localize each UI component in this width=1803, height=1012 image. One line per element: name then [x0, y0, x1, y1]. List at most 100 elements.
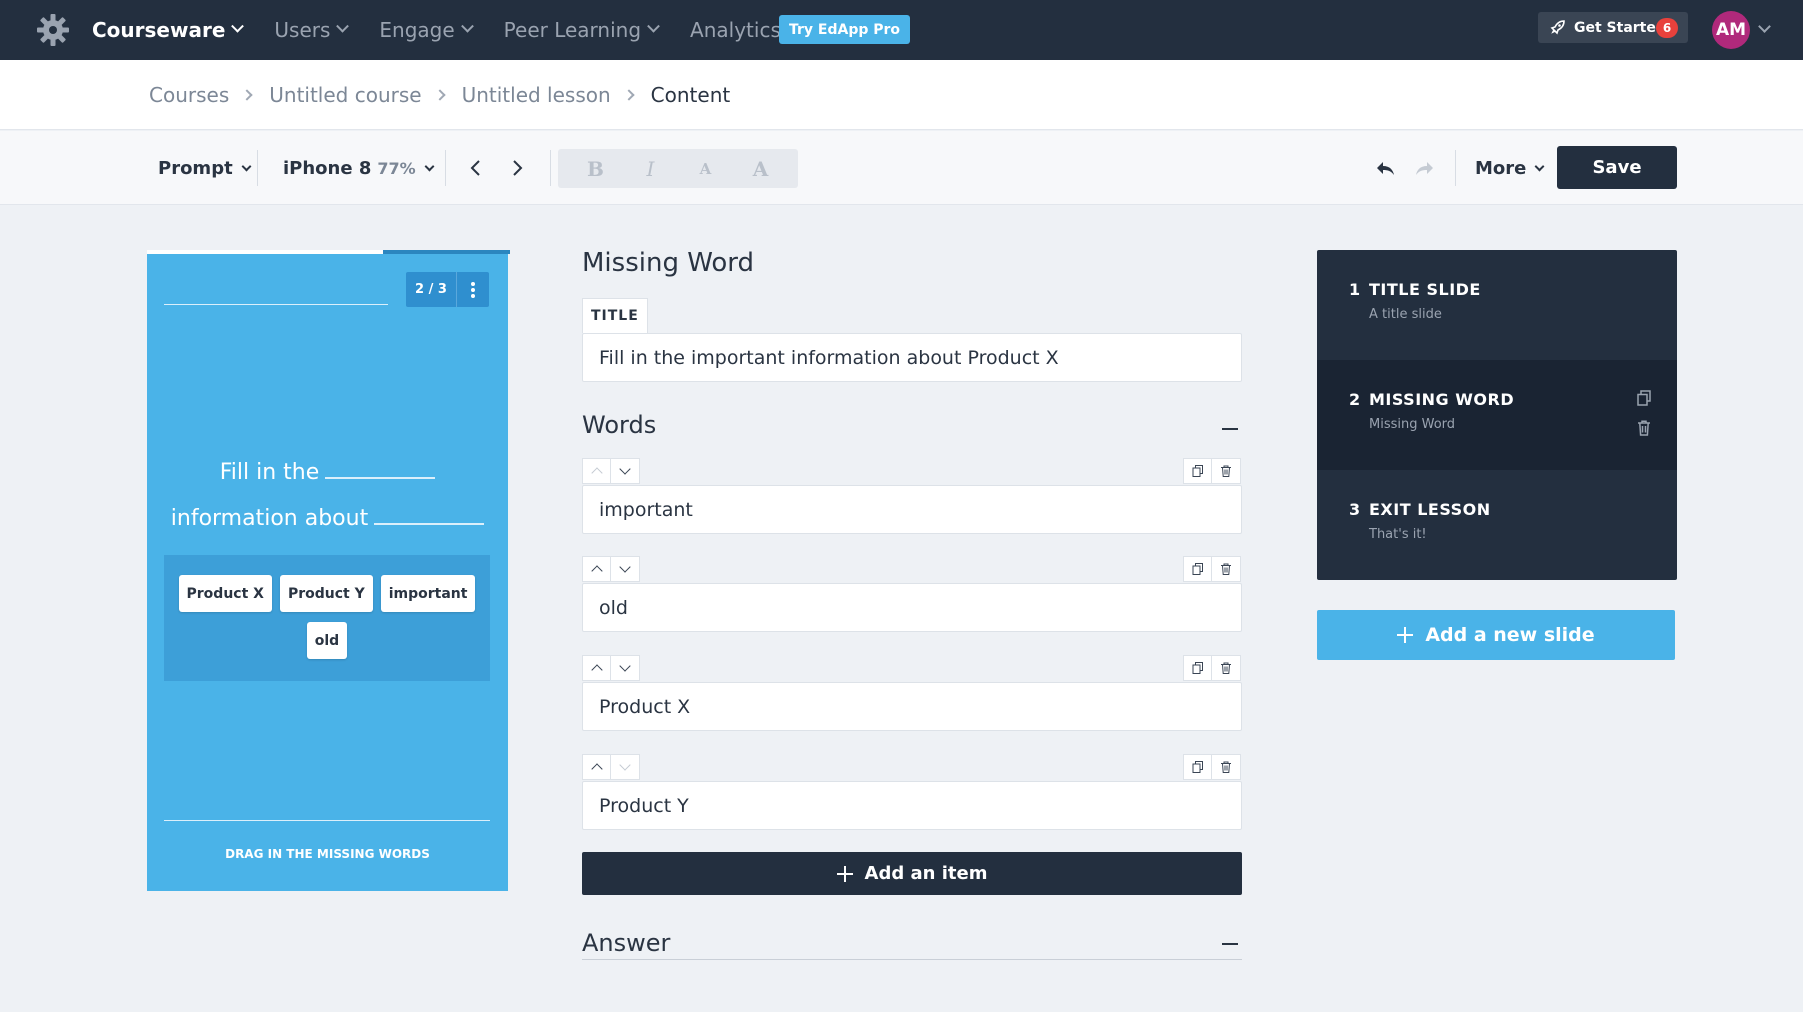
chevron-down-icon: [231, 19, 245, 33]
duplicate-button[interactable]: [1183, 458, 1212, 484]
progress-indicator: [383, 250, 510, 254]
chevron-right-icon: [241, 89, 253, 101]
word-bank: Product X Product Y important old: [164, 555, 490, 681]
redo-icon[interactable]: [1414, 158, 1436, 178]
delete-button[interactable]: [1212, 458, 1241, 484]
breadcrumb-current: Content: [650, 83, 731, 107]
template-label: Prompt: [158, 157, 233, 179]
word-chip[interactable]: Product Y: [279, 575, 373, 612]
breadcrumb: Courses Untitled course Untitled lesson …: [149, 60, 730, 130]
delete-button[interactable]: [1212, 655, 1241, 681]
duplicate-button[interactable]: [1183, 655, 1212, 681]
nav-label: Engage: [379, 18, 455, 42]
kebab-menu-icon[interactable]: [456, 272, 489, 307]
try-pro-button[interactable]: Try EdApp Pro: [779, 15, 911, 44]
trash-icon: [1221, 465, 1231, 477]
nav-label: Users: [274, 18, 331, 42]
delete-button[interactable]: [1212, 754, 1241, 780]
bold-button[interactable]: B: [576, 157, 616, 181]
move-down-button[interactable]: [611, 655, 640, 681]
word-input[interactable]: Product Y: [582, 781, 1242, 830]
chevron-down-icon[interactable]: [1758, 20, 1771, 33]
duplicate-button[interactable]: [1183, 556, 1212, 582]
item-actions: [1183, 655, 1241, 681]
avatar[interactable]: AM: [1712, 11, 1750, 49]
nav-label: Courseware: [92, 18, 226, 42]
next-slide-icon[interactable]: [507, 158, 527, 178]
zoom-level: 77%: [377, 158, 416, 178]
slide-actions: [1637, 390, 1651, 436]
add-slide-button[interactable]: Add a new slide: [1317, 610, 1675, 660]
nav-courseware[interactable]: Courseware: [92, 0, 245, 60]
move-up-button[interactable]: [582, 754, 611, 780]
trash-icon[interactable]: [1637, 420, 1651, 436]
move-up-button[interactable]: [582, 556, 611, 582]
duplicate-button[interactable]: [1183, 754, 1212, 780]
answer-heading: Answer: [582, 929, 671, 957]
collapse-icon[interactable]: [1222, 943, 1238, 945]
trash-icon: [1221, 662, 1231, 674]
divider: [164, 820, 490, 821]
slide-item[interactable]: 1 TITLE SLIDE A title slide: [1317, 250, 1677, 360]
notification-badge: 6: [1656, 18, 1678, 38]
more-dropdown[interactable]: More: [1475, 131, 1545, 205]
word-chip[interactable]: important: [380, 575, 476, 612]
word-input[interactable]: Product X: [582, 682, 1242, 731]
nav-users[interactable]: Users: [274, 0, 350, 60]
move-down-button[interactable]: [611, 458, 640, 484]
blank-drop-zone[interactable]: [374, 499, 485, 525]
word-chip[interactable]: Product X: [178, 575, 272, 612]
divider: [550, 150, 551, 186]
collapse-icon[interactable]: [1222, 428, 1238, 430]
text-small-button[interactable]: A: [686, 160, 726, 178]
template-dropdown[interactable]: Prompt: [158, 131, 252, 205]
divider: [1455, 150, 1456, 186]
add-item-button[interactable]: Add an item: [582, 852, 1242, 895]
nav-label: Analytics: [690, 18, 781, 42]
format-toolbar: B I A A: [558, 149, 798, 188]
gear-logo-icon[interactable]: [36, 13, 70, 47]
title-input[interactable]: Fill in the important information about …: [582, 333, 1242, 382]
reorder-controls: [582, 556, 640, 582]
italic-button[interactable]: I: [631, 157, 671, 181]
slide-title: EXIT LESSON: [1369, 500, 1491, 519]
move-up-button[interactable]: [582, 655, 611, 681]
item-actions: [1183, 754, 1241, 780]
slide-subtitle: A title slide: [1369, 307, 1442, 322]
slide-item[interactable]: 3 EXIT LESSON That's it!: [1317, 470, 1677, 580]
move-down-button[interactable]: [611, 754, 640, 780]
chevron-down-icon: [424, 161, 435, 171]
breadcrumb-lesson[interactable]: Untitled lesson: [462, 83, 611, 107]
move-down-button[interactable]: [611, 556, 640, 582]
previous-slide-icon[interactable]: [466, 158, 486, 178]
word-input[interactable]: old: [582, 583, 1242, 632]
reorder-controls: [582, 458, 640, 484]
add-item-label: Add an item: [864, 863, 988, 884]
move-up-button[interactable]: [582, 458, 611, 484]
breadcrumb-course[interactable]: Untitled course: [269, 83, 421, 107]
chevron-down-icon: [619, 561, 631, 573]
question-text: Fill in the information about: [147, 450, 508, 542]
word-input[interactable]: important: [582, 485, 1242, 534]
get-started-button[interactable]: Get Started 6: [1538, 12, 1688, 43]
text-large-button[interactable]: A: [741, 157, 781, 181]
word-chip[interactable]: old: [306, 622, 348, 659]
undo-icon[interactable]: [1374, 158, 1396, 178]
chevron-up-icon: [590, 565, 603, 577]
words-heading: Words: [582, 411, 657, 439]
question-line: information about: [170, 506, 369, 531]
slide-item-active[interactable]: 2 MISSING WORD Missing Word: [1317, 360, 1677, 470]
breadcrumb-courses[interactable]: Courses: [149, 83, 229, 107]
delete-button[interactable]: [1212, 556, 1241, 582]
slide-counter-label: 2 / 3: [415, 282, 447, 297]
blank-drop-zone[interactable]: [325, 453, 436, 479]
more-label: More: [1475, 157, 1527, 179]
device-dropdown[interactable]: iPhone 8 77%: [283, 131, 435, 205]
nav-peer-learning[interactable]: Peer Learning: [504, 0, 660, 60]
nav-engage[interactable]: Engage: [379, 0, 474, 60]
divider: [257, 150, 258, 186]
copy-icon[interactable]: [1637, 390, 1651, 406]
save-button[interactable]: Save: [1557, 146, 1677, 189]
item-actions: [1183, 458, 1241, 484]
divider: [445, 150, 446, 186]
